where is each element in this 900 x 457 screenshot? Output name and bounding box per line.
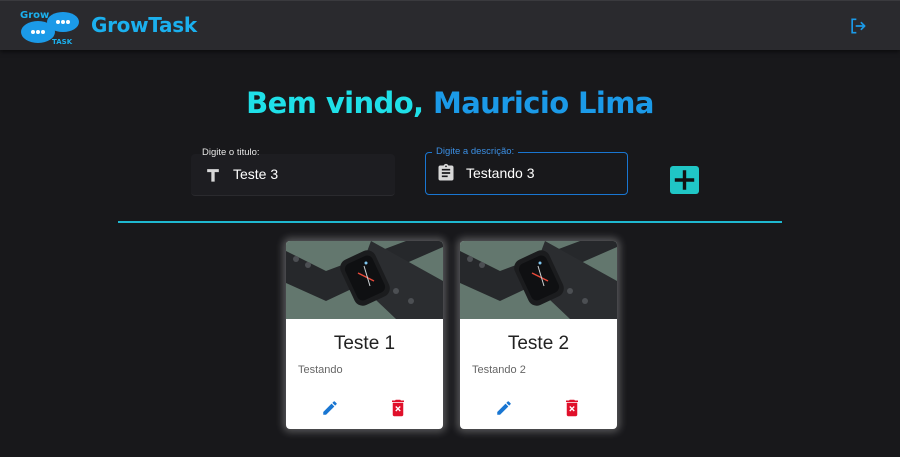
task-card-title: Teste 2 (507, 333, 570, 354)
logo-text-top: Grow (20, 10, 49, 21)
description-input[interactable] (466, 162, 616, 184)
edit-icon[interactable] (321, 399, 339, 417)
task-card-image (286, 241, 443, 319)
description-field-label: Digite a descrição: (432, 146, 519, 157)
text-format-icon (207, 169, 219, 182)
welcome-prefix: Bem vindo, (246, 86, 433, 120)
welcome-heading: Bem vindo, Mauricio Lima (0, 86, 900, 120)
task-card-image (460, 241, 617, 319)
task-card-description: Testando 2 (472, 364, 526, 376)
description-field[interactable]: Digite a descrição: (425, 146, 628, 195)
logout-icon[interactable] (848, 16, 868, 36)
task-card-description: Testando (298, 364, 343, 376)
clipboard-icon (438, 163, 454, 181)
top-bar: Grow TASK GrowTask (0, 0, 900, 50)
task-card: Teste 1 Testando (286, 241, 443, 429)
edit-icon[interactable] (495, 399, 513, 417)
user-name: Mauricio Lima (432, 86, 654, 120)
title-input[interactable] (233, 163, 383, 185)
title-field-label: Digite o titulo: (202, 147, 260, 158)
delete-icon[interactable] (564, 399, 580, 417)
logo-text-bottom: TASK (52, 38, 73, 46)
growtask-logo[interactable]: Grow TASK (18, 8, 80, 46)
delete-icon[interactable] (390, 399, 406, 417)
divider-line (118, 221, 782, 223)
task-card: Teste 2 Testando 2 (460, 241, 617, 429)
task-card-title: Teste 1 (333, 333, 396, 354)
plus-icon (674, 170, 695, 190)
brand-name: GrowTask (91, 13, 197, 37)
title-field[interactable]: Digite o titulo: (191, 147, 395, 196)
add-task-button[interactable] (670, 166, 699, 194)
